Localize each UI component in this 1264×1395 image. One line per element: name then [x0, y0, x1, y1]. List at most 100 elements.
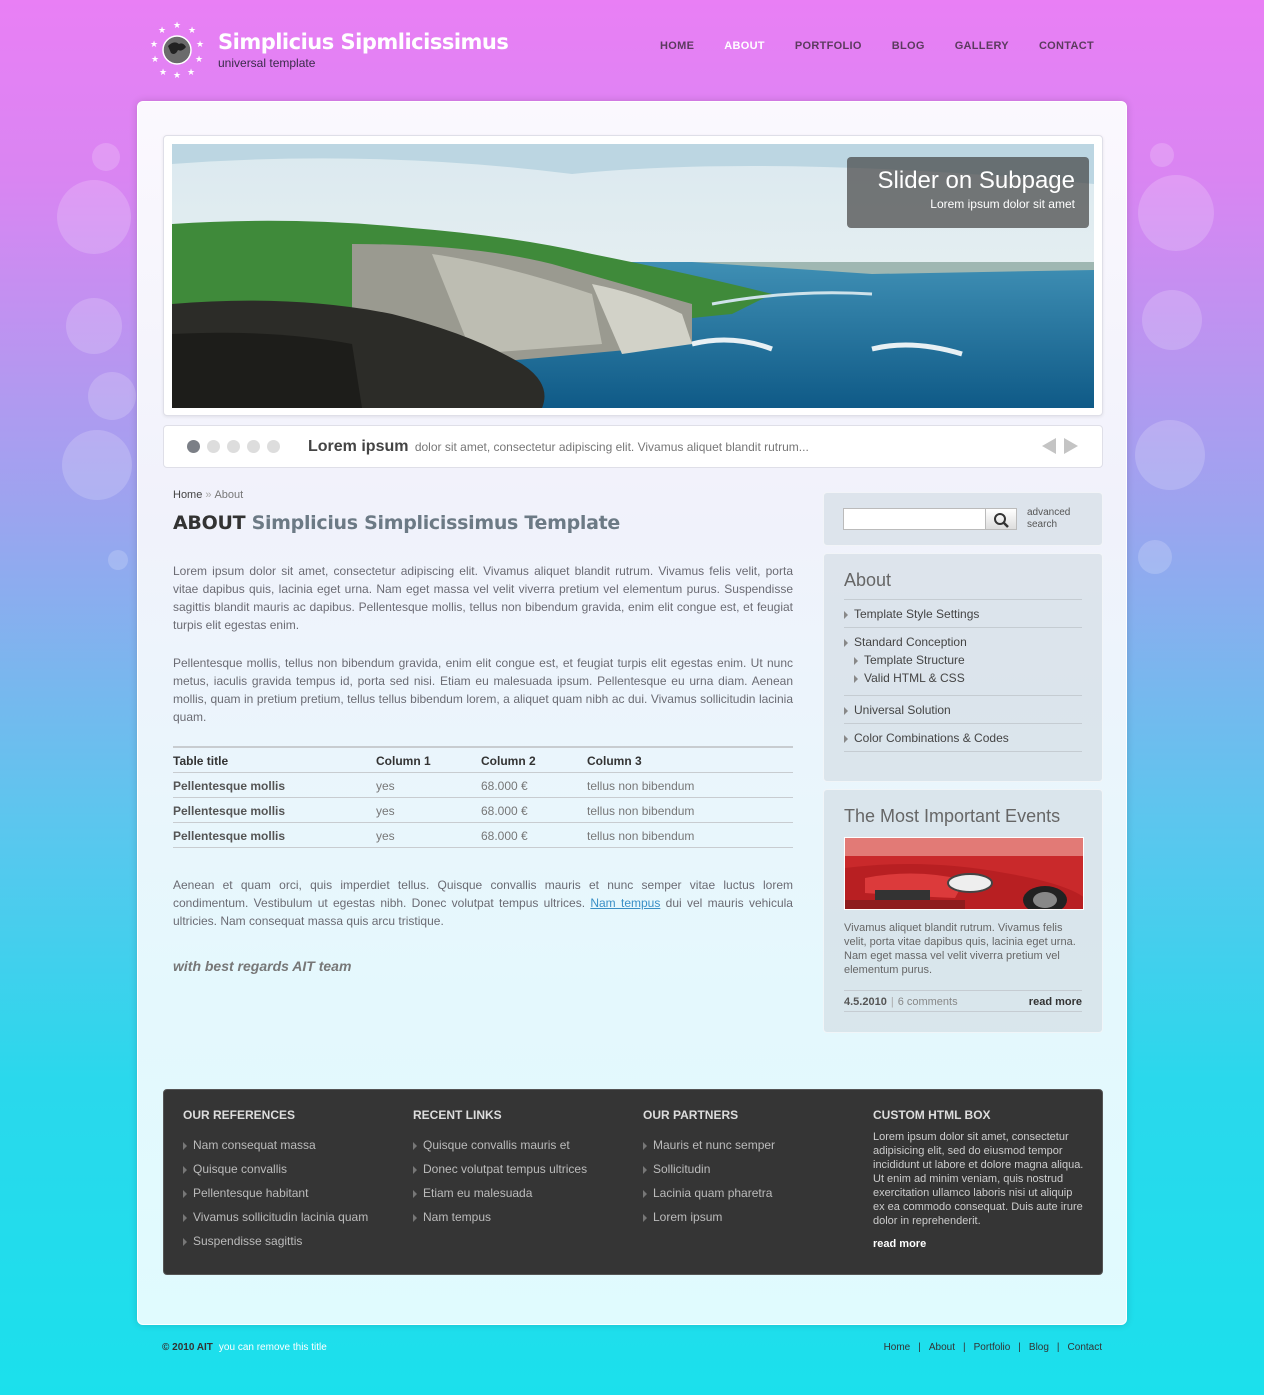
- table-row: Pellentesque mollis yes 68.000 € tellus …: [173, 772, 793, 798]
- footer-link[interactable]: Etiam eu malesuada: [413, 1178, 633, 1202]
- footer-link[interactable]: Quisque convallis mauris et: [413, 1130, 633, 1154]
- previous-arrow-icon[interactable]: [1042, 438, 1056, 454]
- table-cell: Pellentesque mollis: [173, 797, 376, 823]
- slide-dot-2[interactable]: [207, 440, 220, 453]
- sidebar-about-list: Template Style Settings Standard Concept…: [844, 599, 1082, 752]
- event-image-red-car[interactable]: [844, 837, 1084, 910]
- bottom-nav-blog[interactable]: Blog: [1029, 1342, 1049, 1353]
- slide-dot-4[interactable]: [247, 440, 260, 453]
- footer-references-title: OUR REFERENCES: [183, 1108, 296, 1122]
- data-table: Table title Column 1 Column 2 Column 3 P…: [173, 746, 793, 848]
- sidebar-item-template-style-settings[interactable]: Template Style Settings: [844, 600, 1082, 628]
- sidebar-subitem-template-structure[interactable]: Template Structure: [844, 649, 1082, 667]
- sidebar-item-standard-conception-label[interactable]: Standard Conception: [854, 635, 1082, 649]
- image-slider: Slider on Subpage Lorem ipsum dolor sit …: [163, 135, 1103, 416]
- breadcrumb-home[interactable]: Home: [173, 489, 202, 501]
- sidebar-about-title: About: [844, 570, 892, 590]
- nav-blog[interactable]: BLOG: [892, 40, 925, 52]
- footer-partners-title: OUR PARTNERS: [643, 1108, 739, 1122]
- slide-dot-1[interactable]: [187, 440, 200, 453]
- footer-recent-title: RECENT LINKS: [413, 1108, 502, 1122]
- table-header-row: Table title Column 1 Column 2 Column 3: [173, 746, 793, 773]
- svg-text:★: ★: [195, 54, 203, 64]
- search-input[interactable]: [843, 508, 985, 530]
- nav-contact[interactable]: CONTACT: [1039, 40, 1094, 52]
- bottom-nav-home[interactable]: Home: [884, 1342, 911, 1353]
- copyright-text: © 2010 AIT: [162, 1342, 213, 1353]
- footer-references: OUR REFERENCES Nam consequat massa Quisq…: [183, 1108, 403, 1250]
- main-nav: HOME ABOUT PORTFOLIO BLOG GALLERY CONTAC…: [660, 40, 1094, 52]
- footer-custom-text: Lorem ipsum dolor sit amet, consectetur …: [873, 1131, 1084, 1227]
- table-cell: Pellentesque mollis: [173, 822, 376, 848]
- svg-text:★: ★: [159, 67, 167, 77]
- bottom-nav-about[interactable]: About: [929, 1342, 955, 1353]
- footer-link[interactable]: Donec volutpat tempus ultrices: [413, 1154, 633, 1178]
- nav-gallery[interactable]: GALLERY: [955, 40, 1009, 52]
- footer-link[interactable]: Lorem ipsum: [643, 1202, 863, 1226]
- footer-link[interactable]: Mauris et nunc semper: [643, 1130, 863, 1154]
- event-date: 4.5.2010: [844, 996, 887, 1008]
- sidebar-item-color-combinations[interactable]: Color Combinations & Codes: [844, 724, 1082, 752]
- table-cell: Pellentesque mollis: [173, 772, 376, 798]
- event-meta: 4.5.2010 | 6 comments read more: [844, 990, 1082, 1012]
- nav-portfolio[interactable]: PORTFOLIO: [795, 40, 862, 52]
- sidebar-item-universal-solution[interactable]: Universal Solution: [844, 696, 1082, 724]
- svg-text:★: ★: [187, 67, 195, 77]
- paragraph-2: Pellentesque mollis, tellus non bibendum…: [173, 656, 793, 724]
- paragraph-1: Lorem ipsum dolor sit amet, consectetur …: [173, 564, 793, 632]
- event-read-more-link[interactable]: read more: [1029, 996, 1082, 1008]
- site-subtitle: universal template: [218, 56, 316, 70]
- table-row: Pellentesque mollis yes 68.000 € tellus …: [173, 822, 793, 848]
- globe-stars-icon: ★ ★ ★ ★ ★ ★ ★ ★ ★ ★: [148, 20, 206, 80]
- table-cell: 68.000 €: [481, 772, 587, 798]
- footer-link[interactable]: Lacinia quam pharetra: [643, 1178, 863, 1202]
- slide-dot-3[interactable]: [227, 440, 240, 453]
- footer-link[interactable]: Nam tempus: [413, 1202, 633, 1226]
- footer-link[interactable]: Pellentesque habitant: [183, 1178, 403, 1202]
- site-title: Simplicius Sipmlicissimus: [218, 30, 509, 54]
- footer-read-more-link[interactable]: read more: [873, 1238, 1085, 1250]
- sidebar-subitem-valid-html-css[interactable]: Valid HTML & CSS: [844, 667, 1082, 685]
- advanced-search-line-2: search: [1027, 519, 1058, 530]
- slide-dots: [187, 440, 280, 453]
- sidebar-item-standard-conception: Standard Conception Template Structure V…: [844, 628, 1082, 696]
- footer-link[interactable]: Vivamus sollicitudin lacinia quam: [183, 1202, 403, 1226]
- event-comments-link[interactable]: 6 comments: [898, 996, 958, 1008]
- next-arrow-icon[interactable]: [1064, 438, 1078, 454]
- nav-home[interactable]: HOME: [660, 40, 694, 52]
- advanced-search-link[interactable]: advanced search: [1027, 507, 1070, 531]
- slide-description: Lorem ipsum dolor sit amet, consectetur …: [308, 438, 809, 456]
- main-card: Slider on Subpage Lorem ipsum dolor sit …: [137, 101, 1127, 1325]
- footer-link[interactable]: Suspendisse sagittis: [183, 1226, 403, 1250]
- table-row: Pellentesque mollis yes 68.000 € tellus …: [173, 797, 793, 823]
- bottom-nav-separator: |: [918, 1342, 921, 1353]
- table-header: Table title: [173, 746, 376, 773]
- svg-text:★: ★: [196, 39, 204, 49]
- footer-widgets: OUR REFERENCES Nam consequat massa Quisq…: [163, 1089, 1103, 1275]
- bottom-nav-contact[interactable]: Contact: [1068, 1342, 1102, 1353]
- footer-link[interactable]: Quisque convallis: [183, 1154, 403, 1178]
- search-button[interactable]: [985, 508, 1017, 530]
- remove-title-link[interactable]: you can remove this title: [219, 1342, 327, 1353]
- sidebar-events: The Most Important Events Vivamus alique…: [823, 789, 1103, 1033]
- breadcrumb-separator: »: [205, 489, 212, 501]
- slide-description-title: Lorem ipsum: [308, 437, 409, 455]
- footer-link[interactable]: Nam consequat massa: [183, 1130, 403, 1154]
- footer-link[interactable]: Sollicitudin: [643, 1154, 863, 1178]
- nam-tempus-link[interactable]: Nam tempus: [590, 896, 660, 910]
- events-title: The Most Important Events: [844, 806, 1061, 826]
- footer-custom-title: CUSTOM HTML BOX: [873, 1108, 991, 1122]
- table-header: Column 2: [481, 746, 587, 773]
- slide-caption-subtitle: Lorem ipsum dolor sit amet: [930, 197, 1075, 211]
- svg-text:★: ★: [188, 25, 196, 35]
- event-meta-separator: |: [890, 996, 894, 1008]
- svg-text:★: ★: [173, 20, 181, 30]
- table-header: Column 3: [587, 746, 793, 773]
- slide-dot-5[interactable]: [267, 440, 280, 453]
- nav-about[interactable]: ABOUT: [724, 40, 765, 52]
- slide-caption: Slider on Subpage Lorem ipsum dolor sit …: [847, 157, 1089, 228]
- table-cell: yes: [376, 772, 481, 798]
- site-logo[interactable]: ★ ★ ★ ★ ★ ★ ★ ★ ★ ★ Simplicius Sipmlicis…: [148, 20, 509, 80]
- slider-controls: Lorem ipsum dolor sit amet, consectetur …: [163, 425, 1103, 468]
- bottom-nav-portfolio[interactable]: Portfolio: [974, 1342, 1011, 1353]
